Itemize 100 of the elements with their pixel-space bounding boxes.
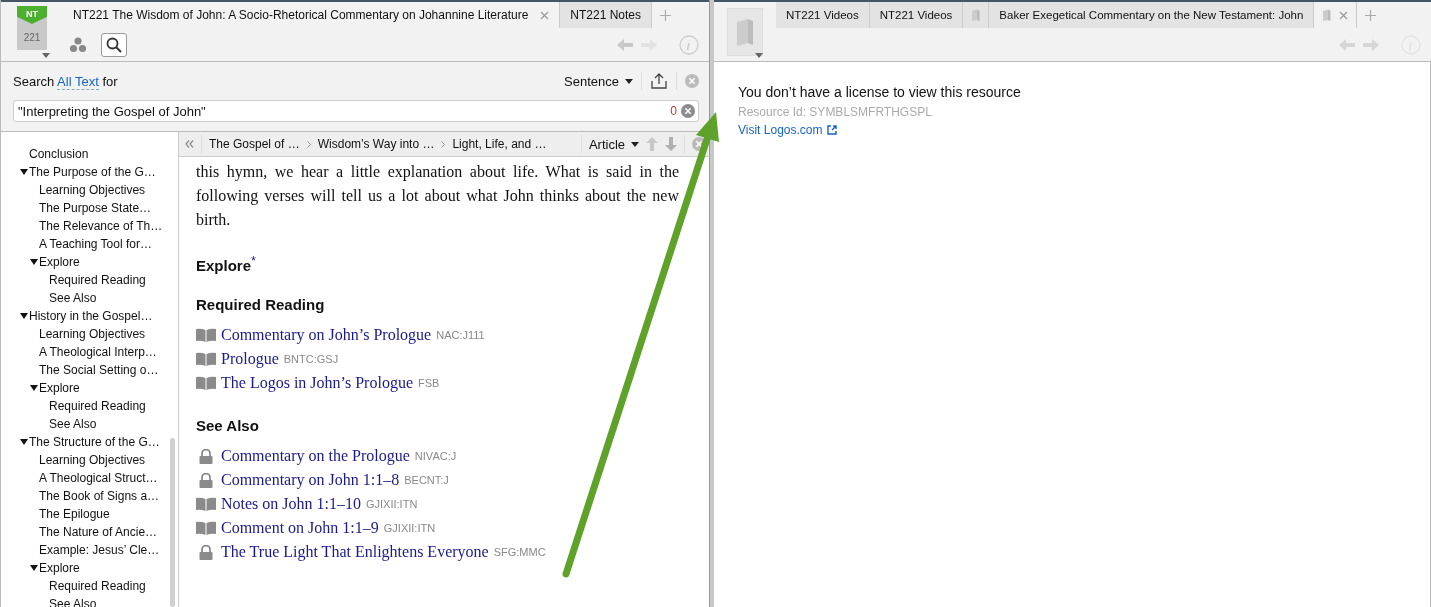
outline-item[interactable]: Required Reading bbox=[49, 399, 146, 413]
section-heading: Explore$^{*}$ bbox=[196, 254, 257, 274]
outline-item[interactable]: Learning Objectives bbox=[39, 183, 146, 197]
resource-link[interactable]: The Logos in John’s Prologue bbox=[221, 374, 413, 392]
search-scope-label: Search All Text for bbox=[13, 73, 118, 89]
book-icon bbox=[196, 376, 216, 390]
outline-item[interactable]: See Also bbox=[49, 291, 97, 305]
outline-item[interactable]: The Epilogue bbox=[39, 507, 110, 521]
panel-menu-icon[interactable] bbox=[69, 36, 87, 53]
expand-triangle-icon[interactable] bbox=[19, 167, 29, 177]
scrollbar[interactable] bbox=[170, 438, 175, 607]
tab[interactable]: NT221 Notes bbox=[560, 2, 653, 28]
close-icon[interactable] bbox=[685, 74, 699, 88]
back-arrow-icon[interactable] bbox=[1339, 38, 1355, 51]
resource-link[interactable]: Comment on John 1:1–9 bbox=[221, 519, 379, 537]
outline-item[interactable]: Required Reading bbox=[49, 273, 146, 287]
resource-code: SFG:MMC bbox=[493, 546, 546, 558]
chevron-icon bbox=[441, 140, 446, 148]
expand-triangle-icon[interactable] bbox=[29, 383, 39, 393]
close-icon[interactable] bbox=[1339, 10, 1349, 20]
info-icon[interactable] bbox=[679, 34, 699, 55]
outline-item[interactable]: The Social Setting o… bbox=[39, 363, 159, 377]
outline-item[interactable]: History in the Gospel… bbox=[29, 309, 153, 323]
view-mode-dropdown[interactable]: Article bbox=[588, 136, 639, 152]
outline-item[interactable]: Example: Jesus’ Cle… bbox=[39, 543, 160, 557]
caret-icon[interactable] bbox=[42, 53, 50, 58]
close-icon[interactable] bbox=[540, 10, 550, 20]
tab[interactable] bbox=[963, 2, 990, 28]
tab[interactable]: NT221 Videos bbox=[776, 2, 870, 28]
outline-item[interactable]: Explore bbox=[39, 255, 80, 269]
caret-icon bbox=[625, 78, 633, 84]
down-arrow-icon[interactable] bbox=[665, 137, 677, 151]
expand-triangle-icon[interactable] bbox=[29, 563, 39, 573]
resource-link[interactable]: Commentary on John 1:1–8 bbox=[221, 471, 400, 489]
resource-code: BNTC:GSJ bbox=[283, 353, 339, 365]
external-link-icon bbox=[826, 125, 837, 135]
outline-item[interactable]: The Relevance of Th… bbox=[39, 219, 163, 233]
section-heading: See Also bbox=[196, 417, 260, 434]
scope-link[interactable]: All Text bbox=[57, 73, 99, 90]
outline-item[interactable]: The Purpose State… bbox=[39, 201, 152, 215]
book-icon bbox=[196, 328, 216, 342]
resource-link[interactable]: Prologue bbox=[221, 350, 279, 368]
resource-code: NIVAC:J bbox=[414, 450, 457, 462]
resource-code: BECNT:J bbox=[404, 474, 449, 486]
outline-item[interactable]: Explore bbox=[39, 381, 80, 395]
resource-link[interactable]: Commentary on the Prologue bbox=[221, 447, 410, 465]
resource-link[interactable]: Notes on John 1:1–10 bbox=[221, 495, 361, 513]
book-icon bbox=[196, 497, 216, 511]
article-paragraph: this hymn, we hear a little explanation about life. What is said in the following verses will tell us a lot about what John thinks about the new birth. bbox=[196, 162, 679, 230]
outline-item[interactable]: The Book of Signs a… bbox=[39, 489, 160, 503]
breadcrumb-item[interactable]: The Gospel of … bbox=[209, 137, 300, 151]
outline-item[interactable]: A Theological Interp… bbox=[39, 345, 157, 359]
tab[interactable]: NT221 Videos bbox=[869, 2, 964, 28]
book-icon bbox=[1322, 9, 1332, 21]
chevron-icon bbox=[306, 140, 311, 148]
result-count: 0 bbox=[670, 104, 677, 118]
resource-link[interactable]: The True Light That Enlightens Everyone bbox=[221, 543, 489, 561]
resource-link[interactable]: Commentary on John’s Prologue bbox=[221, 326, 432, 344]
book-icon bbox=[971, 9, 981, 21]
search-button[interactable] bbox=[101, 32, 127, 57]
outline-item[interactable]: The Purpose of the G… bbox=[29, 165, 156, 179]
license-message: You don’t have a license to view this resource bbox=[738, 84, 1022, 100]
book-icon bbox=[196, 352, 216, 366]
resource-id: Resource Id: SYMBLSMFRTHGSPL bbox=[738, 105, 933, 119]
badge-number: 221 bbox=[23, 32, 41, 43]
outline-item[interactable]: Learning Objectives bbox=[39, 453, 146, 467]
match-mode-dropdown[interactable]: Sentence bbox=[564, 73, 633, 89]
outline-item[interactable]: Conclusion bbox=[29, 147, 89, 161]
outline-item[interactable]: The Nature of Ancie… bbox=[39, 525, 158, 539]
clear-icon[interactable] bbox=[681, 104, 695, 118]
section-heading: Required Reading bbox=[196, 296, 326, 313]
tab[interactable]: Baker Exegetical Commentary on the New Testament: John bbox=[989, 2, 1315, 28]
expand-triangle-icon[interactable] bbox=[29, 257, 39, 267]
resource-code: FSB bbox=[418, 377, 440, 389]
up-arrow-icon[interactable] bbox=[646, 137, 658, 151]
outline-item[interactable]: Required Reading bbox=[49, 579, 146, 593]
add-tab-icon[interactable] bbox=[1365, 9, 1377, 21]
forward-arrow-icon[interactable] bbox=[1363, 38, 1379, 51]
breadcrumb-item[interactable]: Wisdom’s Way into … bbox=[317, 137, 435, 151]
add-tab-icon[interactable] bbox=[660, 9, 672, 21]
expand-triangle-icon[interactable] bbox=[19, 311, 29, 321]
website-link[interactable]: Visit Logos.com bbox=[738, 123, 837, 137]
search-field[interactable]: "Interpreting the Gospel of John" 0 bbox=[13, 100, 699, 122]
outline-item[interactable]: Learning Objectives bbox=[39, 327, 146, 341]
library-badge-icon[interactable]: NT 221 bbox=[17, 6, 47, 50]
outline-item[interactable]: A Teaching Tool for… bbox=[39, 237, 152, 251]
book-icon bbox=[196, 521, 216, 535]
outline-item[interactable]: See Also bbox=[49, 417, 97, 431]
close-icon[interactable] bbox=[692, 137, 706, 151]
resource-code: GJIXII:ITN bbox=[366, 498, 418, 510]
caret-icon[interactable] bbox=[755, 53, 763, 58]
outline-item[interactable]: Explore bbox=[39, 561, 80, 575]
expand-triangle-icon[interactable] bbox=[19, 437, 29, 447]
share-icon[interactable] bbox=[650, 72, 668, 90]
outline-item[interactable]: A Theological Struct… bbox=[39, 471, 158, 485]
resource-code: NAC:J111 bbox=[436, 329, 485, 341]
breadcrumb-item[interactable]: Light, Life, and … bbox=[452, 137, 547, 151]
back-arrow-icon[interactable] bbox=[617, 38, 633, 51]
outline-item[interactable]: The Structure of the G… bbox=[29, 435, 160, 449]
collapse-icon[interactable] bbox=[185, 140, 194, 148]
